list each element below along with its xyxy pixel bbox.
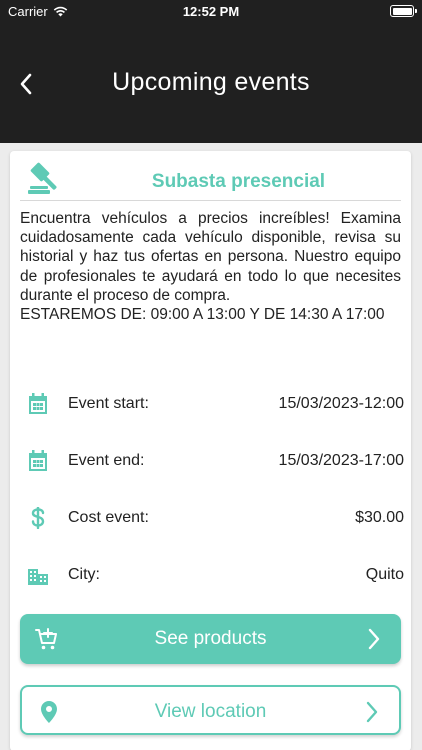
- detail-row-event-end: Event end: 15/03/2023-17:00: [20, 438, 404, 495]
- calendar-icon: [28, 393, 48, 415]
- event-card-header: Subasta presencial: [20, 157, 401, 201]
- event-end-label: Event end:: [68, 452, 145, 469]
- battery-icon: [390, 5, 417, 17]
- event-end-value: 15/03/2023-17:00: [278, 452, 404, 469]
- event-description: Encuentra vehículos a precios increíbles…: [20, 209, 401, 324]
- gavel-icon: [28, 162, 57, 194]
- event-start-label: Event start:: [68, 395, 149, 412]
- event-card: Subasta presencial Encuentra vehículos a…: [10, 151, 411, 750]
- status-time: 12:52 PM: [182, 4, 240, 19]
- city-value: Quito: [365, 566, 404, 583]
- calendar-icon: [28, 450, 48, 472]
- chevron-right-icon: [368, 628, 380, 650]
- city-label: City:: [68, 566, 100, 583]
- detail-row-event-start: Event start: 15/03/2023-12:00: [20, 381, 404, 438]
- event-details: Event start: 15/03/2023-12:00 Event end:…: [20, 381, 404, 609]
- cost-value: $30.00: [355, 509, 404, 526]
- event-start-value: 15/03/2023-12:00: [278, 395, 404, 412]
- city-icon: [28, 564, 48, 586]
- status-bar: Carrier 12:52 PM: [0, 0, 422, 24]
- dollar-icon: [28, 507, 48, 529]
- navigation-bar: Upcoming events: [0, 24, 422, 143]
- detail-row-cost: Cost event: $30.00: [20, 495, 404, 552]
- schedule-text: ESTAREMOS DE: 09:00 A 13:00 Y DE 14:30 A…: [20, 306, 385, 324]
- detail-row-city: City: Quito: [20, 552, 404, 609]
- view-location-button[interactable]: View location: [20, 685, 401, 735]
- description-text: Encuentra vehículos a precios increíbles…: [20, 210, 401, 304]
- view-location-label: View location: [154, 701, 267, 722]
- page-title: Upcoming events: [112, 68, 310, 96]
- event-title: Subasta presencial: [151, 171, 326, 192]
- cost-label: Cost event:: [68, 509, 149, 526]
- chevron-right-icon: [366, 701, 378, 723]
- see-products-label: See products: [154, 628, 267, 649]
- see-products-button[interactable]: See products: [20, 614, 401, 664]
